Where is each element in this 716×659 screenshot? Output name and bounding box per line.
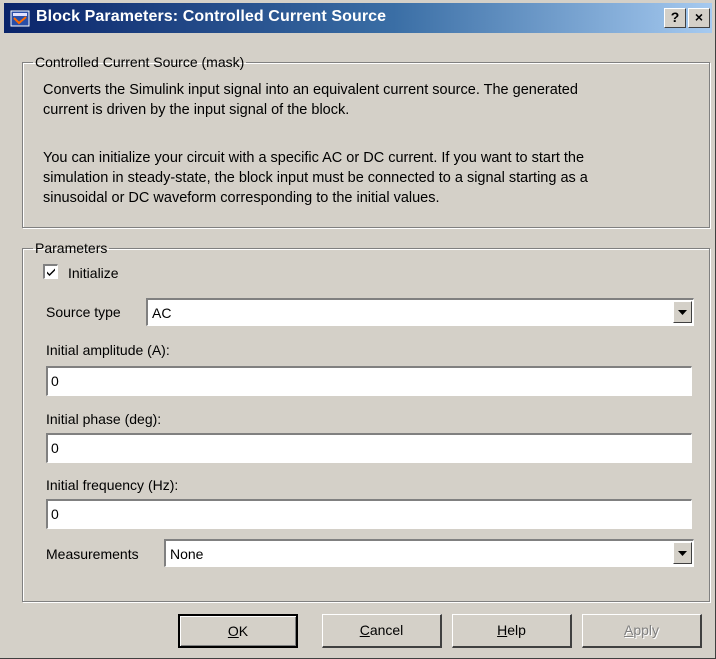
amplitude-input[interactable]: 0 [46,366,692,396]
frequency-input[interactable]: 0 [46,499,692,529]
ok-mnemonic: O [227,623,239,639]
source-type-label: Source type [46,304,121,320]
apply-mnemonic: A [623,622,634,638]
amplitude-label: Initial amplitude (A): [46,342,170,358]
measurements-value: None [170,546,204,562]
measurements-label: Measurements [46,546,139,562]
chevron-down-icon [678,551,687,556]
mask-legend: Controlled Current Source (mask) [35,54,245,70]
cancel-label-rest: ancel [369,622,404,638]
apply-label-rest: pply [633,622,660,638]
initialize-checkbox[interactable] [43,264,58,279]
phase-input[interactable]: 0 [46,433,692,463]
mask-description-1: Converts the Simulink input signal into … [43,80,578,120]
cancel-button[interactable]: Cancel [322,614,442,648]
chevron-down-icon [678,310,687,315]
dialog-window: Block Parameters: Controlled Current Sou… [0,0,716,659]
description-line: simulation in steady-state, the block in… [43,170,588,186]
checkmark-icon [47,268,55,276]
source-type-value: AC [152,305,172,321]
mask-description-2: You can initialize your circuit with a s… [43,148,588,208]
help-label-rest: elp [507,622,526,638]
close-button[interactable]: × [688,8,710,28]
ok-button[interactable]: OK [178,614,298,648]
cancel-mnemonic: C [359,622,370,638]
source-type-select[interactable]: AC [146,298,694,326]
help-title-button[interactable]: ? [664,8,686,28]
description-line: Converts the Simulink input signal into … [43,82,578,98]
help-button[interactable]: Help [452,614,572,648]
description-line: sinusoidal or DC waveform corresponding … [43,190,440,206]
description-line: You can initialize your circuit with a s… [43,150,585,166]
source-type-dropdown-button[interactable] [673,301,692,323]
simulink-block-icon [10,8,30,28]
description-line: current is driven by the input signal of… [43,102,350,118]
window-title: Block Parameters: Controlled Current Sou… [36,8,387,25]
frequency-label: Initial frequency (Hz): [46,477,179,493]
apply-button[interactable]: Apply [582,614,702,648]
measurements-select[interactable]: None [164,539,694,567]
measurements-dropdown-button[interactable] [673,542,692,564]
ok-label-rest: K [238,623,249,639]
initialize-label[interactable]: Initialize [68,265,119,281]
title-bar[interactable]: Block Parameters: Controlled Current Sou… [4,3,712,33]
parameters-legend: Parameters [35,240,108,256]
phase-label: Initial phase (deg): [46,411,162,427]
help-mnemonic: H [497,622,508,638]
